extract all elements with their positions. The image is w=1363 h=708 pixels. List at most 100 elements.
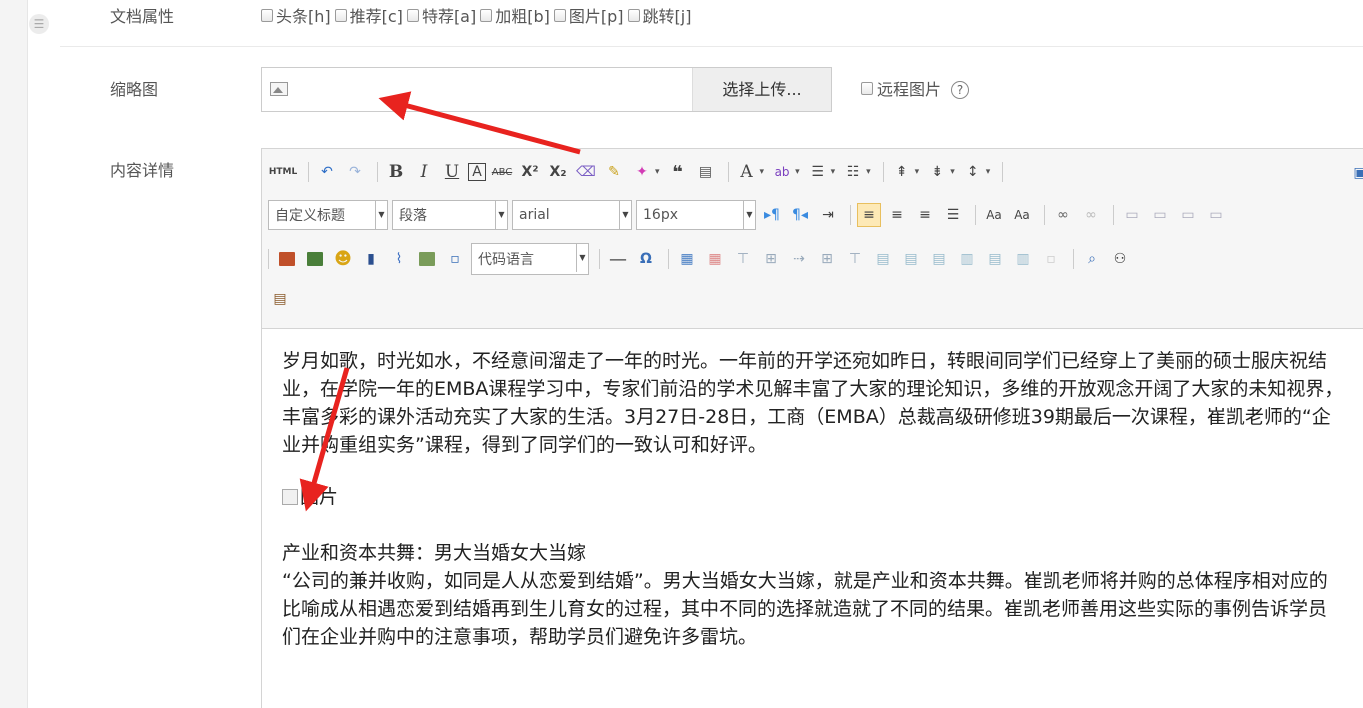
uppercase-icon[interactable]: Aa (982, 203, 1006, 227)
image-center-icon[interactable]: ▭ (1204, 203, 1228, 227)
upload-button[interactable]: 选择上传... (692, 68, 831, 111)
fullscreen-icon[interactable]: ▣ (1348, 161, 1363, 185)
attribute-options: 头条[h] 推荐[c] 特荐[a] 加粗[b] 图片[p] 跳转[j] (261, 3, 691, 27)
merge-cells-icon[interactable]: ▤ (871, 247, 895, 271)
insert-video-icon[interactable]: ▮ (359, 247, 383, 271)
remote-image-option[interactable]: 远程图片 ? (861, 76, 970, 100)
redo-icon[interactable]: ↷ (343, 160, 367, 184)
preview-icon[interactable]: ⌕ (1080, 247, 1104, 271)
divider (60, 46, 1363, 47)
merge-down-icon[interactable]: ▤ (927, 247, 951, 271)
row-spacing-bottom-icon[interactable]: ⇟ (925, 160, 949, 184)
font-color-icon[interactable]: A (735, 160, 759, 184)
editor-toolbar: HTML ↶ ↷ B I U A ABC X² X₂ ⌫ ✎ ✦ ▾ ❝ ▤ A ▾… (262, 149, 1363, 329)
thumbnail-label: 缩略图 (110, 80, 159, 99)
strikethrough-icon[interactable]: ABC (490, 160, 514, 184)
table-chart-icon[interactable]: ▫ (1039, 247, 1063, 271)
search-replace-icon[interactable]: ⚇ (1108, 247, 1132, 271)
thumbnail-input[interactable]: 选择上传... (261, 67, 832, 112)
attribute-redirect[interactable]: 跳转[j] (627, 3, 691, 27)
broken-image[interactable]: 图片 (282, 483, 1344, 511)
undo-icon[interactable]: ↶ (315, 160, 339, 184)
content-paragraph: “公司的兼并收购，如同是人从恋爱到结婚”。男大当婚女大当嫁，就是产业和资本共舞。… (282, 570, 1328, 648)
italic-icon[interactable]: I (412, 160, 436, 184)
checkbox[interactable] (261, 8, 273, 22)
insert-frame-icon[interactable] (415, 247, 439, 271)
checkbox[interactable] (861, 81, 873, 95)
subscript-icon[interactable]: X₂ (546, 160, 570, 184)
split-cols-icon[interactable]: ▥ (1011, 247, 1035, 271)
eraser-icon[interactable]: ⌫ (574, 160, 598, 184)
superscript-icon[interactable]: X² (518, 160, 542, 184)
ltr-direction-icon[interactable]: ▸¶ (760, 203, 784, 227)
checkbox[interactable] (406, 8, 419, 22)
image-icon (270, 82, 288, 96)
html-source-icon[interactable]: HTML (268, 160, 298, 184)
rtl-direction-icon[interactable]: ¶◂ (788, 203, 812, 227)
row-spacing-top-icon[interactable]: ⇞ (890, 160, 914, 184)
checkbox[interactable] (627, 8, 640, 22)
image-float-none-icon[interactable]: ▭ (1120, 203, 1144, 227)
insert-paragraph-before-table-icon[interactable]: ⊤ (731, 247, 755, 271)
attributes-label: 文档属性 (110, 7, 175, 26)
custom-heading-select[interactable]: 自定义标题 ▼ (268, 200, 388, 230)
merge-right-icon[interactable]: ▤ (899, 247, 923, 271)
ordered-list-icon[interactable]: ☰ (806, 160, 830, 184)
link-icon[interactable]: ∞ (1051, 203, 1075, 227)
emotion-icon[interactable]: ☻ (331, 247, 355, 271)
attribute-bold[interactable]: 加粗[b] (480, 3, 550, 27)
attribute-headline[interactable]: 头条[h] (261, 3, 331, 27)
insert-code-icon[interactable]: ▫ (443, 247, 467, 271)
font-family-select[interactable]: arial ▼ (512, 200, 632, 230)
help-icon[interactable]: ? (951, 81, 970, 99)
editor-content[interactable]: 岁月如歌，时光如水，不经意间溜走了一年的时光。一年前的开学还宛如昨日，转眼间同学… (282, 347, 1344, 651)
delete-row-icon[interactable]: ⇢ (787, 247, 811, 271)
attribute-recommend[interactable]: 推荐[c] (334, 3, 403, 27)
format-brush-icon[interactable]: ✎ (602, 160, 626, 184)
image-float-right-icon[interactable]: ▭ (1176, 203, 1200, 227)
insert-col-icon[interactable]: ⊞ (815, 247, 839, 271)
align-center-icon[interactable]: ≡ (885, 203, 909, 227)
horizontal-line-icon[interactable]: — (606, 247, 630, 271)
blockquote-icon[interactable]: ❝ (666, 160, 690, 184)
attribute-image[interactable]: 图片[p] (553, 3, 624, 27)
bold-icon[interactable]: B (384, 160, 408, 184)
font-border-icon[interactable]: A (468, 163, 486, 181)
paste-text-icon[interactable]: ▤ (694, 160, 718, 184)
delete-table-icon[interactable]: ▦ (703, 247, 727, 271)
collapse-toggle-icon[interactable]: ☰ (29, 14, 49, 34)
simple-upload-icon[interactable] (275, 247, 299, 271)
attribute-special[interactable]: 特荐[a] (406, 3, 476, 27)
delete-col-icon[interactable]: ⊤ (843, 247, 867, 271)
align-right-icon[interactable]: ≡ (913, 203, 937, 227)
split-cells-icon[interactable]: ▥ (955, 247, 979, 271)
image-float-left-icon[interactable]: ▭ (1148, 203, 1172, 227)
insert-image-icon[interactable] (303, 247, 327, 271)
checkbox[interactable] (334, 8, 347, 22)
insert-table-icon[interactable]: ▦ (675, 247, 699, 271)
checkbox[interactable] (553, 8, 566, 22)
font-size-select[interactable]: 16px ▼ (636, 200, 756, 230)
unlink-icon[interactable]: ∞ (1079, 203, 1103, 227)
underline-icon[interactable]: U (440, 160, 464, 184)
attachment-icon[interactable]: ⌇ (387, 247, 411, 271)
auto-format-icon[interactable]: ✦ (630, 160, 654, 184)
content-subheading: 产业和资本共舞：男大当婚女大当嫁 (282, 542, 587, 564)
align-left-icon[interactable]: ≡ (857, 203, 881, 227)
background-color-icon[interactable]: ab (770, 160, 794, 184)
code-language-select[interactable]: 代码语言 ▼ (471, 243, 589, 275)
insert-row-icon[interactable]: ⊞ (759, 247, 783, 271)
indent-icon[interactable]: ⇥ (816, 203, 840, 227)
lowercase-icon[interactable]: Aa (1010, 203, 1034, 227)
unordered-list-icon[interactable]: ☷ (841, 160, 865, 184)
justify-icon[interactable]: ☰ (941, 203, 965, 227)
broken-image-icon (282, 489, 298, 505)
special-chars-icon[interactable]: Ω (634, 247, 658, 271)
paragraph-format-select[interactable]: 段落 ▼ (392, 200, 508, 230)
checkbox[interactable] (480, 8, 493, 22)
content-label: 内容详情 (110, 161, 175, 180)
rich-text-editor: HTML ↶ ↷ B I U A ABC X² X₂ ⌫ ✎ ✦ ▾ ❝ ▤ A ▾… (261, 148, 1363, 708)
line-height-icon[interactable]: ↕ (961, 160, 985, 184)
split-rows-icon[interactable]: ▤ (983, 247, 1007, 271)
paste-icon[interactable]: ▤ (268, 287, 292, 311)
